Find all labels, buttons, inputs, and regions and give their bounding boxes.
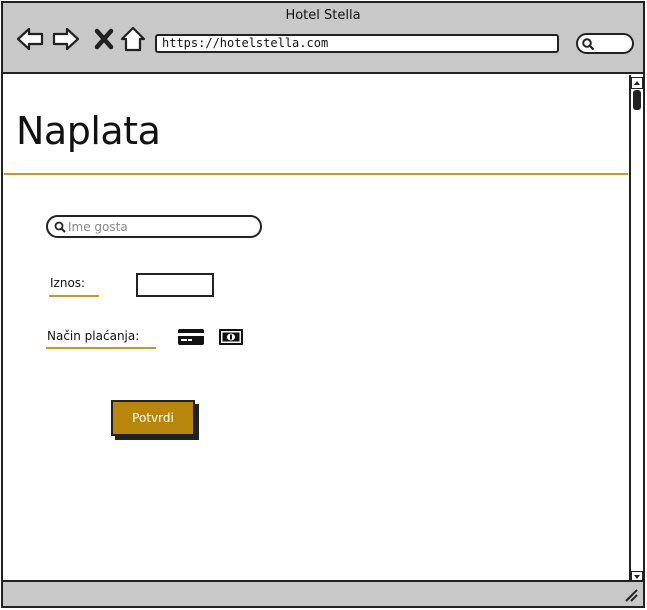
vertical-scrollbar[interactable]: [629, 75, 643, 585]
browser-search-field[interactable]: [576, 33, 634, 54]
payment-method-label: Način plaćanja:: [47, 329, 140, 343]
amount-label-underline: [49, 295, 99, 297]
resize-grip-icon[interactable]: [623, 587, 639, 603]
credit-card-icon[interactable]: [178, 329, 204, 345]
window-title: Hotel Stella: [285, 8, 361, 23]
guest-search-field[interactable]: [46, 215, 262, 238]
cash-icon[interactable]: [219, 329, 243, 345]
search-icon: [54, 221, 66, 233]
browser-window: Hotel Stella https://hotelstella.com Nap…: [1, 1, 645, 608]
home-icon[interactable]: [119, 25, 147, 53]
back-arrow-icon[interactable]: [16, 25, 44, 53]
scroll-thumb[interactable]: [633, 90, 641, 110]
payment-method-underline: [46, 347, 156, 349]
close-icon[interactable]: [91, 25, 119, 53]
scroll-up-icon[interactable]: [631, 77, 643, 89]
title-divider: [4, 173, 628, 175]
amount-input[interactable]: [136, 273, 214, 297]
page-title: Naplata: [16, 109, 161, 153]
confirm-button[interactable]: Potvrdi: [111, 400, 195, 436]
guest-search-input[interactable]: [68, 219, 253, 235]
browser-toolbar: Hotel Stella https://hotelstella.com: [3, 3, 643, 74]
address-bar[interactable]: https://hotelstella.com: [155, 34, 559, 53]
search-icon: [582, 38, 595, 51]
forward-arrow-icon[interactable]: [52, 25, 80, 53]
amount-label: Iznos:: [50, 276, 86, 290]
status-bar: [3, 580, 643, 606]
